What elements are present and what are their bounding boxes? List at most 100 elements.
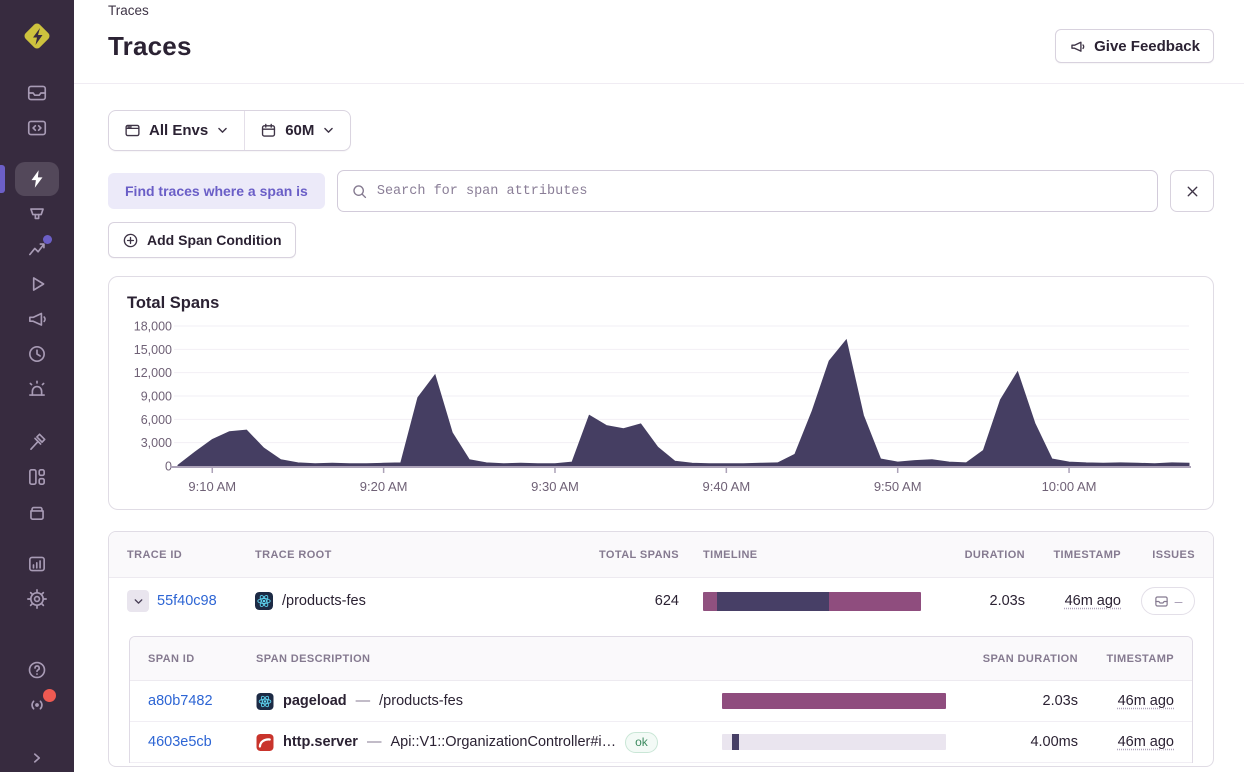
total-spans-value: 624 bbox=[654, 593, 679, 609]
sidebar-item-projects[interactable] bbox=[15, 111, 59, 145]
separator: — bbox=[355, 693, 371, 709]
trace-row: 55f40c98 /products-fes 624 2.03s 46m ago… bbox=[109, 578, 1213, 624]
siren-icon bbox=[29, 380, 45, 396]
search-input[interactable] bbox=[376, 183, 1144, 199]
span-description: Api::V1::OrganizationController#i… bbox=[390, 734, 617, 750]
col-timeline: TIMELINE bbox=[703, 548, 758, 561]
sidebar-item-dashboards[interactable] bbox=[15, 460, 59, 494]
inbox-icon bbox=[1154, 595, 1168, 607]
megaphone-icon bbox=[1071, 41, 1085, 52]
span-timestamp[interactable]: 46m ago bbox=[1118, 734, 1174, 750]
clock-icon bbox=[29, 346, 45, 362]
trace-id-link[interactable]: 55f40c98 bbox=[157, 593, 217, 609]
gavel-icon bbox=[30, 433, 46, 450]
col-trace-id: TRACE ID bbox=[127, 548, 183, 561]
sidebar-item-explore[interactable] bbox=[0, 162, 59, 196]
col-duration: DURATION bbox=[964, 548, 1025, 561]
page-header: Traces Traces Give Feedback bbox=[74, 0, 1244, 84]
react-project-icon bbox=[256, 692, 274, 710]
insights-notification-dot bbox=[43, 235, 52, 244]
span-timestamp[interactable]: 46m ago bbox=[1118, 693, 1174, 709]
col-total-spans: TOTAL SPANS bbox=[599, 548, 679, 561]
col-span-description: SPAN DESCRIPTION bbox=[256, 652, 371, 665]
sidebar-item-help[interactable] bbox=[15, 653, 59, 687]
col-span-duration: SPAN DURATION bbox=[982, 652, 1078, 665]
svg-text:9:40 AM: 9:40 AM bbox=[702, 479, 750, 494]
svg-text:9:30 AM: 9:30 AM bbox=[531, 479, 579, 494]
sidebar-item-replays[interactable] bbox=[15, 267, 59, 301]
time-range-label: 60M bbox=[285, 122, 315, 139]
window-icon bbox=[125, 124, 140, 137]
svg-text:9,000: 9,000 bbox=[141, 390, 172, 404]
code-folder-icon bbox=[27, 120, 47, 136]
chevron-down-icon bbox=[134, 598, 142, 604]
projector-icon bbox=[30, 208, 44, 220]
trace-root-label: /products-fes bbox=[282, 593, 366, 609]
sidebar-item-issues[interactable] bbox=[15, 76, 59, 110]
sidebar-nav bbox=[0, 76, 59, 772]
find-traces-where-label: Find traces where a span is bbox=[108, 173, 325, 209]
chevron-down-icon bbox=[324, 127, 334, 133]
environment-filter-label: All Envs bbox=[149, 122, 209, 139]
col-span-timestamp: TIMESTAMP bbox=[1106, 652, 1174, 665]
trace-timeline-bar bbox=[703, 591, 921, 611]
svg-text:12,000: 12,000 bbox=[134, 366, 172, 380]
breadcrumb[interactable]: Traces bbox=[108, 3, 1214, 18]
sidebar-item-whats-new[interactable] bbox=[15, 688, 59, 722]
chevron-right-icon bbox=[33, 753, 41, 763]
sidebar-item-stats[interactable] bbox=[15, 547, 59, 581]
close-icon bbox=[1187, 186, 1197, 196]
add-span-condition-button[interactable]: Add Span Condition bbox=[108, 222, 296, 258]
archive-box-icon bbox=[30, 506, 44, 520]
sidebar-item-releases[interactable] bbox=[15, 425, 59, 459]
total-spans-area-chart[interactable]: 03,0006,0009,00012,00015,00018,0009:10 A… bbox=[127, 316, 1193, 497]
sidebar-item-settings[interactable] bbox=[15, 582, 59, 616]
trace-duration: 2.03s bbox=[989, 593, 1025, 609]
collapse-trace-button[interactable] bbox=[127, 590, 149, 612]
span-attribute-searchbox[interactable] bbox=[336, 170, 1158, 212]
svg-text:6,000: 6,000 bbox=[141, 413, 172, 427]
spans-table-header: SPAN ID SPAN DESCRIPTION SPAN DURATION T… bbox=[130, 637, 1192, 681]
sidebar-item-funnel[interactable] bbox=[15, 197, 59, 231]
trace-timestamp[interactable]: 46m ago bbox=[1065, 593, 1121, 609]
traces-table-header: TRACE ID TRACE ROOT TOTAL SPANS TIMELINE… bbox=[109, 532, 1213, 578]
plus-circle-icon bbox=[123, 233, 138, 247]
sidebar-item-alerts[interactable] bbox=[15, 372, 59, 406]
trace-issues-button[interactable]: – bbox=[1141, 587, 1195, 615]
span-id-link[interactable]: 4603e5cb bbox=[148, 734, 212, 750]
app-logo[interactable] bbox=[20, 19, 54, 53]
inbox-icon bbox=[27, 85, 47, 101]
spans-subtable: SPAN ID SPAN DESCRIPTION SPAN DURATION T… bbox=[129, 636, 1193, 763]
span-op: pageload bbox=[283, 693, 347, 709]
play-icon bbox=[32, 277, 45, 291]
sidebar-item-feedback[interactable] bbox=[15, 302, 59, 336]
col-issues: ISSUES bbox=[1152, 548, 1195, 561]
clear-search-button[interactable] bbox=[1170, 170, 1214, 212]
megaphone-icon bbox=[29, 312, 46, 326]
gear-icon bbox=[27, 589, 47, 609]
issues-count: – bbox=[1174, 593, 1183, 609]
environment-filter[interactable]: All Envs bbox=[109, 111, 244, 150]
span-row: a80b7482 pageload — /products-fes 2.03s … bbox=[130, 681, 1192, 722]
total-spans-chart-panel: Total Spans 0 3,000 6,000 9,000 12,000 15,000… bbox=[108, 276, 1214, 510]
svg-text:3,000: 3,000 bbox=[141, 436, 172, 450]
col-timestamp: TIMESTAMP bbox=[1053, 548, 1121, 561]
give-feedback-button[interactable]: Give Feedback bbox=[1055, 29, 1214, 63]
sidebar bbox=[0, 0, 74, 772]
span-description: /products-fes bbox=[379, 693, 463, 709]
give-feedback-label: Give Feedback bbox=[1094, 37, 1200, 55]
sidebar-item-insights[interactable] bbox=[15, 232, 59, 266]
chart-title: Total Spans bbox=[127, 294, 220, 312]
span-row: 4603e5cb http.server — Api::V1::Organiza… bbox=[130, 722, 1192, 763]
app-root: Traces Traces Give Feedback All Envs 60M… bbox=[0, 0, 1244, 772]
dashboard-blocks-icon bbox=[29, 469, 45, 485]
span-duration-bar bbox=[722, 693, 946, 709]
time-range-filter[interactable]: 60M bbox=[245, 111, 350, 150]
sidebar-collapse-button[interactable] bbox=[15, 741, 59, 772]
span-id-link[interactable]: a80b7482 bbox=[148, 693, 213, 709]
sidebar-item-archive[interactable] bbox=[15, 495, 59, 529]
traces-table: TRACE ID TRACE ROOT TOTAL SPANS TIMELINE… bbox=[108, 531, 1214, 767]
sidebar-item-history[interactable] bbox=[15, 337, 59, 371]
main-content: Traces Traces Give Feedback All Envs 60M… bbox=[74, 0, 1244, 772]
col-span-id: SPAN ID bbox=[148, 652, 195, 665]
